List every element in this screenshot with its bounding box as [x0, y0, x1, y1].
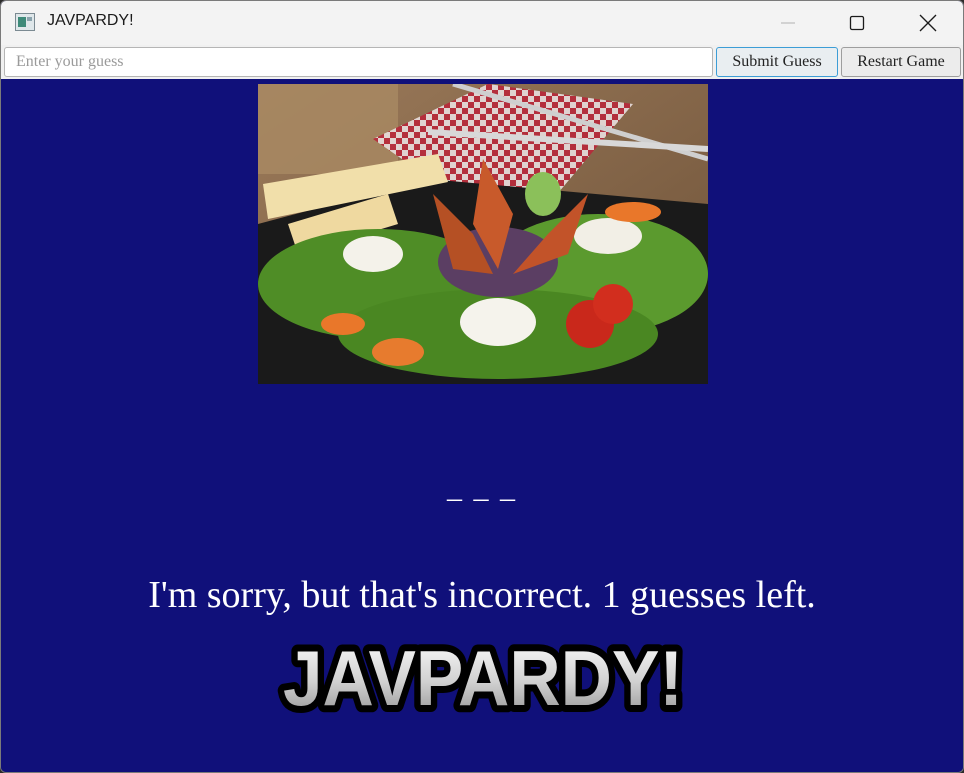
clue-image [258, 84, 708, 384]
guess-toolbar: Submit Guess Restart Game [1, 45, 963, 79]
submit-guess-button[interactable]: Submit Guess [716, 47, 838, 77]
minimize-button[interactable] [753, 1, 823, 45]
maximize-icon [849, 15, 865, 31]
result-message: I'm sorry, but that's incorrect. 1 guess… [148, 574, 816, 616]
javpardy-logo: JAVPARDY! [276, 632, 690, 718]
guess-input[interactable] [4, 47, 713, 77]
title-bar[interactable]: JAVPARDY! [1, 1, 963, 45]
restart-game-button[interactable]: Restart Game [841, 47, 961, 77]
game-area: _ _ _ I'm sorry, but that's incorrect. 1… [1, 79, 963, 772]
minimize-icon [781, 22, 795, 24]
answer-blanks: _ _ _ [447, 471, 517, 504]
svg-text:JAVPARDY!: JAVPARDY! [283, 634, 683, 718]
close-icon [919, 14, 937, 32]
app-window: JAVPARDY! Submit Guess Restart Game [0, 0, 964, 773]
window-title: JAVPARDY! [47, 12, 134, 29]
app-icon [15, 13, 35, 31]
close-button[interactable] [893, 1, 963, 45]
maximize-button[interactable] [822, 1, 892, 45]
